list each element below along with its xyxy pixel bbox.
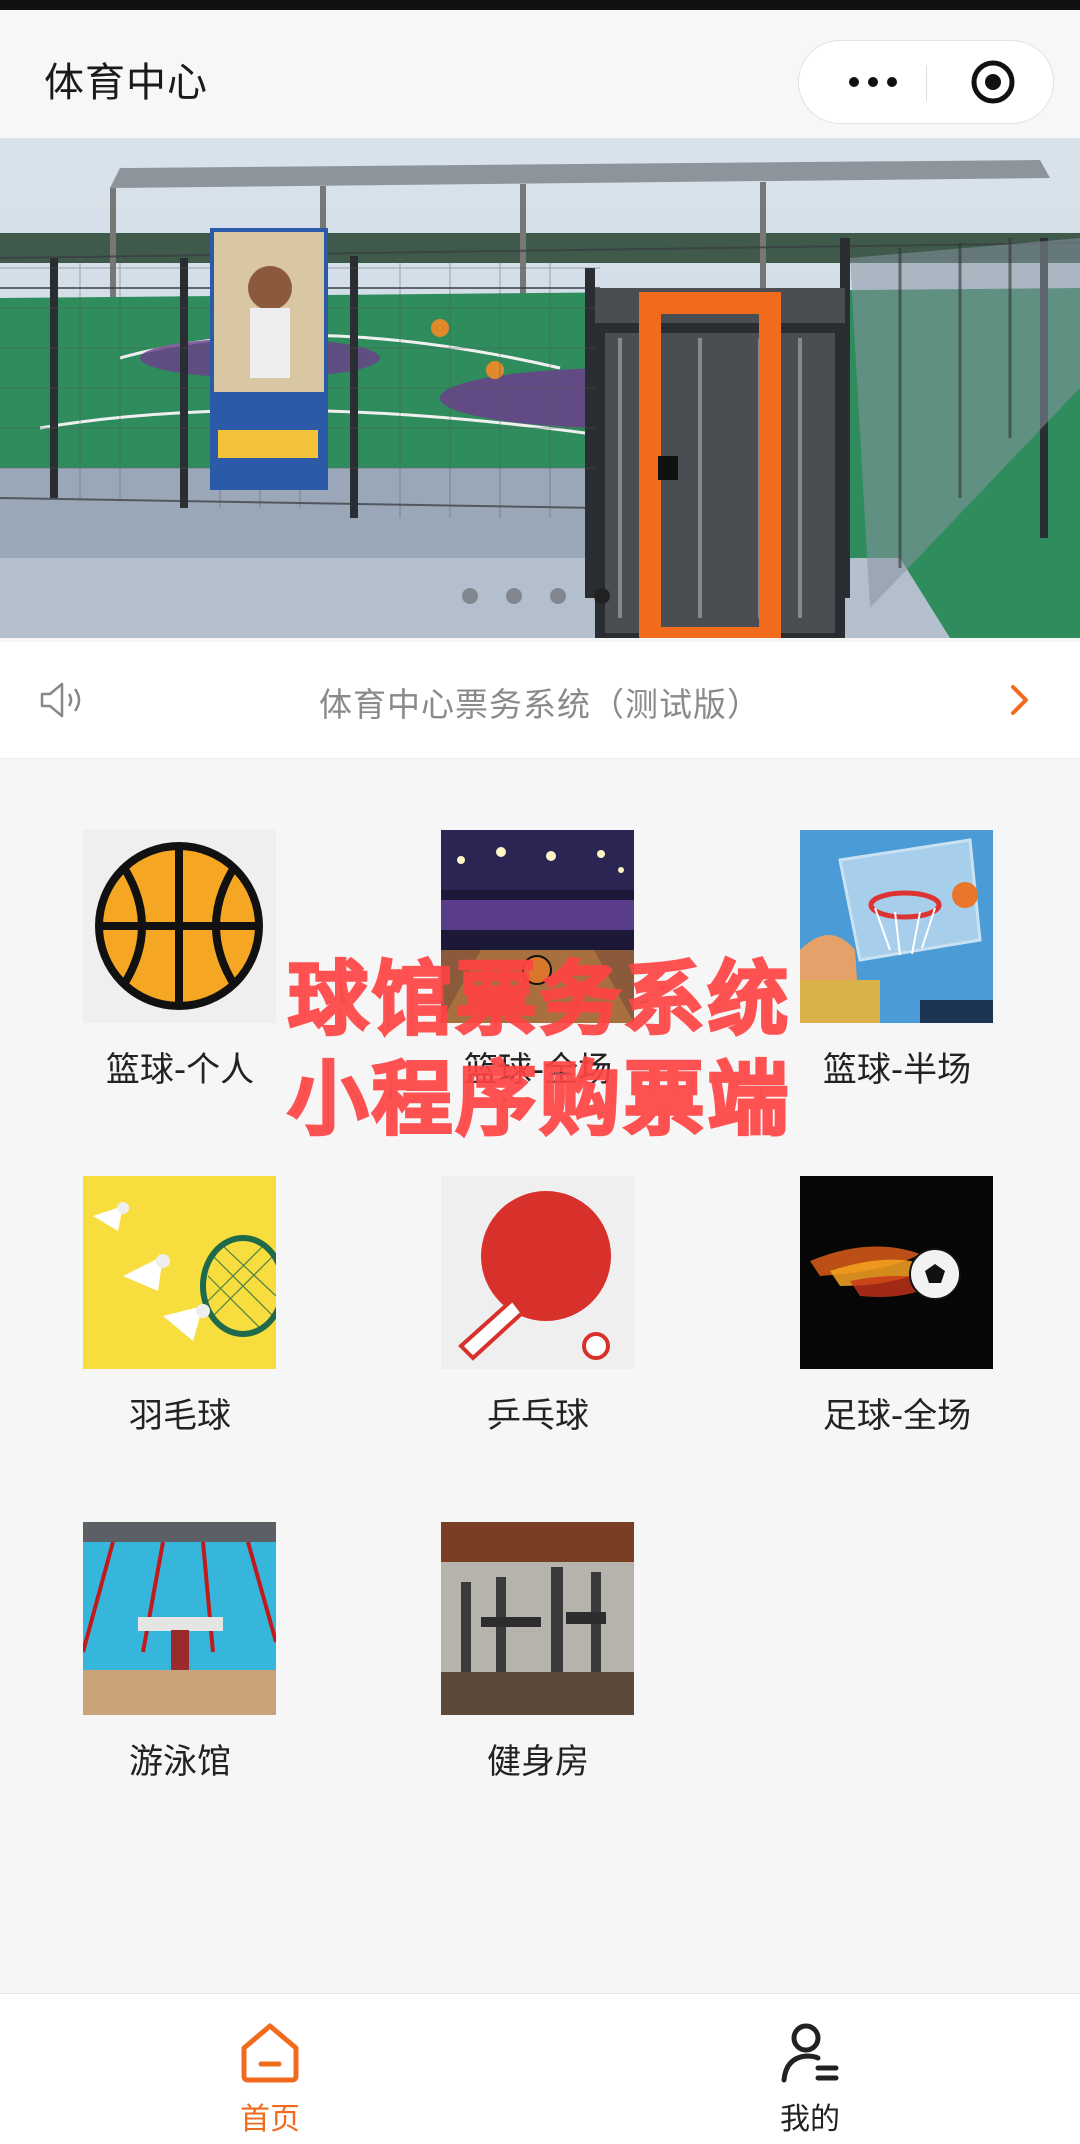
category-item[interactable]: 羽毛球 bbox=[35, 1176, 295, 1476]
bottom-tab-bar: 首页 我的 bbox=[0, 1993, 1080, 2144]
notice-text: 体育中心票务系统（测试版） bbox=[319, 685, 761, 724]
carousel-dot[interactable] bbox=[462, 588, 478, 604]
carousel-dot[interactable] bbox=[550, 588, 566, 604]
more-dot bbox=[868, 77, 878, 87]
category-label: 篮球-个人 bbox=[105, 1050, 255, 1090]
notice-bar[interactable]: 体育中心票务系统（测试版） bbox=[0, 642, 1080, 759]
chevron-right-icon[interactable] bbox=[1008, 682, 1032, 718]
category-label: 篮球-半场 bbox=[822, 1050, 972, 1090]
more-options-button[interactable] bbox=[833, 41, 913, 123]
carousel-dot-active[interactable] bbox=[594, 588, 610, 604]
category-item[interactable]: 足球-全场 bbox=[752, 1176, 1012, 1476]
gym-photo bbox=[441, 1522, 634, 1715]
tab-mine[interactable]: 我的 bbox=[540, 1994, 1080, 2144]
more-dots-icon bbox=[849, 77, 859, 87]
arena-photo bbox=[441, 830, 634, 1023]
status-bar bbox=[0, 0, 1080, 10]
nav-header: 体育中心 bbox=[0, 10, 1080, 138]
ping-pong-icon bbox=[441, 1176, 634, 1369]
tab-home-label: 首页 bbox=[240, 2102, 300, 2137]
category-item[interactable]: 乒乓球 bbox=[393, 1176, 653, 1476]
miniprogram-capsule bbox=[798, 40, 1054, 124]
category-label: 羽毛球 bbox=[129, 1396, 231, 1436]
tab-mine-label: 我的 bbox=[780, 2102, 840, 2137]
home-icon bbox=[241, 2023, 299, 2083]
badminton-photo bbox=[83, 1176, 276, 1369]
category-item[interactable]: 游泳馆 bbox=[35, 1522, 295, 1822]
basketball-hoop-photo bbox=[800, 830, 993, 1023]
basketball-icon bbox=[83, 830, 276, 1023]
swimming-pool-photo bbox=[83, 1522, 276, 1715]
carousel-indicator bbox=[462, 588, 610, 604]
category-item[interactable]: 篮球-半场 bbox=[752, 830, 1012, 1130]
category-label: 篮球-全场 bbox=[463, 1050, 613, 1090]
category-item[interactable]: 健身房 bbox=[393, 1522, 653, 1822]
category-item[interactable]: 篮球-全场 bbox=[393, 830, 653, 1130]
capsule-divider bbox=[926, 65, 927, 101]
more-dot bbox=[887, 77, 897, 87]
tab-home[interactable]: 首页 bbox=[0, 1994, 540, 2144]
page-title: 体育中心 bbox=[44, 60, 208, 106]
court-banner-image bbox=[0, 138, 1080, 638]
user-icon bbox=[781, 2023, 839, 2083]
banner-carousel[interactable] bbox=[0, 138, 1080, 638]
category-label: 足球-全场 bbox=[822, 1396, 972, 1436]
category-label: 游泳馆 bbox=[129, 1742, 231, 1782]
close-target-icon[interactable] bbox=[969, 58, 1017, 106]
fire-football-photo bbox=[800, 1176, 993, 1369]
carousel-dot[interactable] bbox=[506, 588, 522, 604]
category-label: 健身房 bbox=[487, 1742, 589, 1782]
category-label: 乒乓球 bbox=[487, 1396, 589, 1436]
category-item[interactable]: 篮球-个人 bbox=[35, 830, 295, 1130]
